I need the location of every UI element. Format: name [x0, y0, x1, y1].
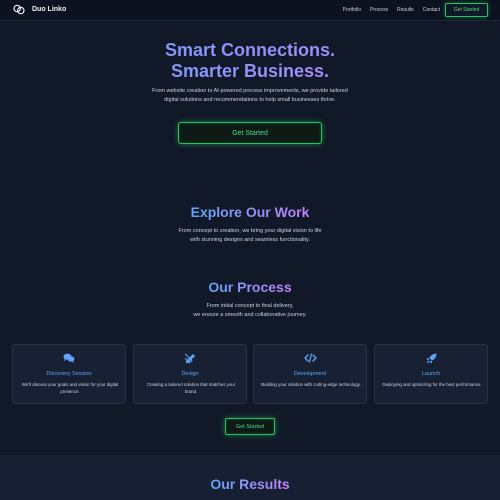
hero-subtitle: From website creation to AI-powered proc… [152, 88, 348, 103]
results-section-title: Our Results [0, 476, 500, 492]
process-card-design: Design Creating a tailored solution that… [133, 344, 247, 404]
nav-link-results[interactable]: Results [397, 7, 414, 13]
process-step-title: Launch [421, 371, 441, 377]
process-card-launch: Launch Deploying and optimizing for the … [374, 344, 488, 404]
process-step-title: Development [293, 371, 327, 377]
brand-logo[interactable]: Duo Linko [13, 4, 66, 15]
results-title-text: Our Results [210, 476, 290, 492]
process-card-discovery: Discovery Session We'll discuss your goa… [12, 344, 126, 404]
work-section-title: Explore Our Work [0, 204, 500, 220]
process-get-started-button[interactable]: Get Started [225, 418, 275, 435]
code-icon [303, 353, 317, 363]
process-subtitle-line1: From initial concept to final delivery, [206, 303, 294, 309]
nav-get-started-button[interactable]: Get Started [445, 3, 488, 17]
nav-links: Portfolio Process Results Contact [343, 7, 440, 13]
process-title-text: Our Process [208, 279, 292, 295]
pencil-ruler-icon [184, 353, 195, 364]
hero-title-line1: Smart Connections. [0, 40, 500, 61]
hero-title: Smart Connections. Smarter Business. [0, 40, 500, 82]
process-card-development: Development Building your solution with … [253, 344, 367, 404]
hero-title-line2: Smarter Business. [0, 61, 500, 82]
process-step-title: Design [181, 371, 199, 377]
nav-link-contact[interactable]: Contact [423, 7, 440, 13]
process-subtitle-line2: we ensure a smooth and collaborative jou… [193, 312, 307, 318]
work-subtitle-line1: From concept to creation, we bring your … [178, 228, 322, 234]
linked-rings-icon [13, 4, 25, 15]
top-navbar: Duo Linko Portfolio Process Results Cont… [0, 0, 500, 21]
hero-get-started-button[interactable]: Get Started [178, 122, 322, 144]
process-step-description: Creating a tailored solution that matche… [146, 382, 236, 394]
work-title-text: Explore Our Work [190, 204, 310, 220]
nav-link-portfolio[interactable]: Portfolio [343, 7, 361, 13]
process-step-description: Building your solution with cutting-edge… [261, 382, 361, 387]
comments-icon [63, 353, 75, 363]
rocket-icon [426, 353, 436, 364]
work-section-subtitle: From concept to creation, we bring your … [150, 227, 350, 245]
work-subtitle-line2: with stunning designs and seamless funct… [190, 237, 310, 243]
brand-name: Duo Linko [32, 6, 67, 13]
process-step-title: Discovery Session [46, 371, 92, 377]
process-step-description: Deploying and optimizing for the best pe… [382, 382, 482, 387]
nav-link-process[interactable]: Process [370, 7, 388, 13]
process-step-description: We'll discuss your goals and vision for … [21, 382, 119, 394]
process-section-subtitle: From initial concept to final delivery, … [150, 302, 350, 320]
process-section-title: Our Process [0, 279, 500, 295]
